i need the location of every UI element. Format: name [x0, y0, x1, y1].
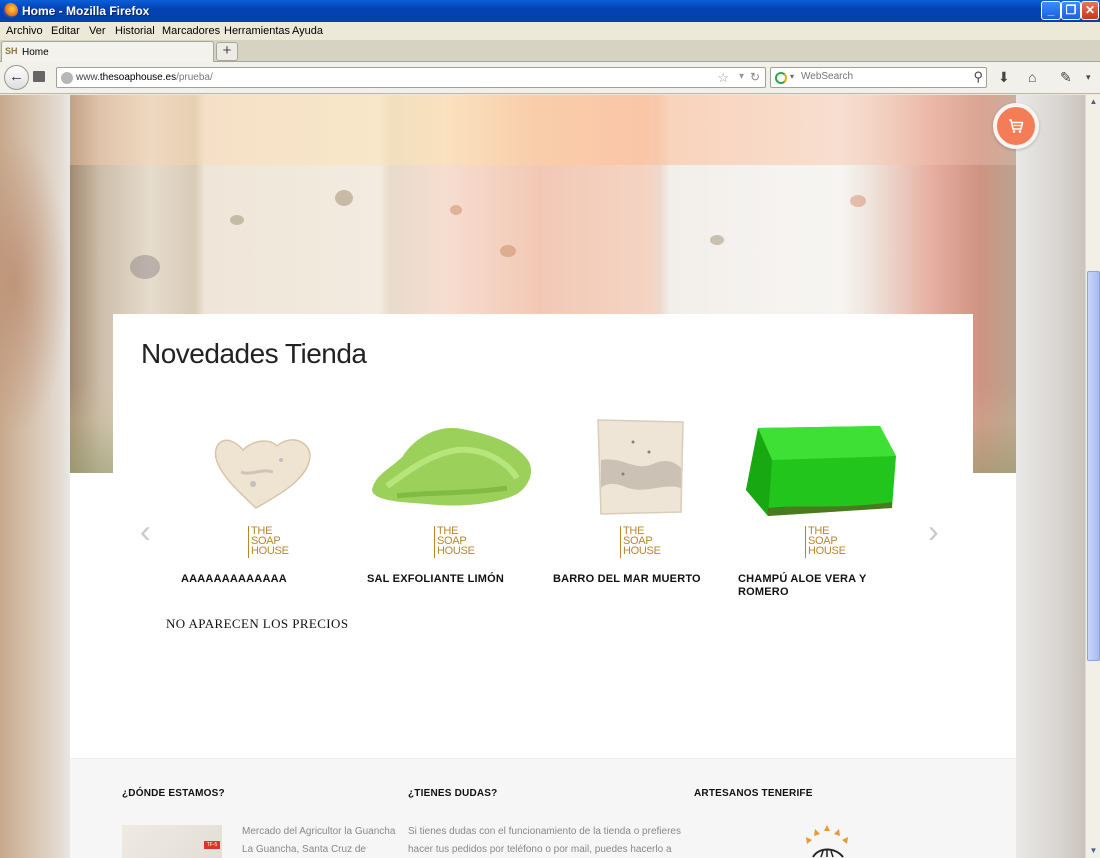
tab-home[interactable]: SH Home	[1, 41, 214, 62]
search-engine-icon[interactable]	[775, 72, 787, 84]
menu-editar[interactable]: Editar	[51, 25, 80, 37]
menu-ver[interactable]: Ver	[89, 25, 106, 37]
menu-ayuda[interactable]: Ayuda	[292, 25, 323, 37]
vertical-scrollbar[interactable]: ▲ ▼	[1085, 95, 1100, 858]
brand-logo-the-soap-house: THE SOAP HOUSE	[434, 526, 494, 558]
history-dropdown-icon[interactable]: ▾	[739, 71, 744, 82]
product-image-white-soap-bar[interactable]	[553, 412, 723, 522]
menu-herramientas[interactable]: Herramientas	[224, 25, 290, 37]
site-favicon-icon: SH	[5, 46, 18, 56]
menu-bar: Archivo Editar Ver Historial Marcadores …	[0, 22, 1100, 40]
site-identity-icon[interactable]	[61, 72, 73, 84]
reload-icon[interactable]: ↻	[750, 70, 760, 84]
product-name[interactable]: CHAMPÚ ALOE VERA Y ROMERO	[738, 573, 908, 599]
footer: ¿DÓNDE ESTAMOS? TF-5 Mercado del Agricul…	[70, 758, 1016, 858]
product-image-heart-soap[interactable]	[181, 412, 351, 522]
footer-location-text: Mercado del Agricultor la Guancha La Gua…	[242, 826, 396, 855]
search-input[interactable]	[801, 71, 961, 82]
map-thumbnail[interactable]: TF-5	[122, 825, 222, 858]
bookmarks-icon[interactable]	[33, 71, 45, 82]
scrollbar-thumb[interactable]	[1087, 271, 1100, 661]
search-engine-dropdown-icon[interactable]: ▾	[790, 72, 794, 81]
addon-icon[interactable]: ✎	[1060, 69, 1072, 86]
product-image-green-salt[interactable]	[367, 412, 537, 522]
product-name[interactable]: BARRO DEL MAR MUERTO	[553, 573, 723, 586]
minimize-button[interactable]: _	[1041, 1, 1061, 20]
search-bar[interactable]: ▾ ⚲	[770, 67, 987, 88]
products-section: Novedades Tienda ‹ › THE SOAP HOUSE AAAAAA…	[113, 314, 973, 758]
url-text[interactable]: www.thesoaphouse.es/prueba/	[76, 72, 213, 83]
firefox-logo-icon	[3, 3, 18, 18]
footer-location-title: ¿DÓNDE ESTAMOS?	[122, 788, 225, 799]
background-decoration	[0, 135, 70, 435]
product-name[interactable]: SAL EXFOLIANTE LIMÓN	[367, 573, 537, 586]
menu-archivo[interactable]: Archivo	[6, 25, 43, 37]
bookmark-star-icon[interactable]: ☆	[717, 70, 729, 86]
product-image-green-glycerin-soap[interactable]	[738, 412, 908, 522]
background-decoration-right	[1016, 95, 1085, 858]
window-title: Home - Mozilla Firefox	[22, 4, 150, 18]
download-arrow-icon[interactable]: ⬇	[998, 69, 1010, 86]
section-title: Novedades Tienda	[141, 338, 367, 369]
close-button[interactable]: ✕	[1081, 1, 1099, 20]
magnifier-icon[interactable]: ⚲	[973, 69, 983, 85]
footer-questions-title: ¿TIENES DUDAS?	[408, 788, 498, 799]
new-tab-button[interactable]: +	[216, 42, 238, 61]
scroll-down-arrow-icon[interactable]: ▼	[1087, 844, 1100, 858]
page-viewport: Novedades Tienda ‹ › THE SOAP HOUSE AAAAAA…	[0, 95, 1085, 858]
scroll-up-arrow-icon[interactable]: ▲	[1087, 95, 1100, 109]
restore-button[interactable]: ❐	[1061, 1, 1081, 20]
footer-artisans-title: ARTESANOS TENERIFE	[694, 788, 813, 799]
cart-button[interactable]	[993, 103, 1039, 149]
navigation-bar: ← www.thesoaphouse.es/prueba/ ☆ ▾ ↻ ▾ ⚲ …	[0, 62, 1100, 94]
home-icon[interactable]: ⌂	[1028, 69, 1036, 85]
map-road-sign: TF-5	[204, 841, 220, 849]
carousel-next-button[interactable]: ›	[928, 513, 939, 550]
back-button[interactable]: ←	[4, 65, 29, 90]
tab-label: Home	[22, 47, 49, 58]
brand-logo-the-soap-house: THE SOAP HOUSE	[248, 526, 308, 558]
carousel-prev-button[interactable]: ‹	[140, 513, 151, 550]
tab-strip: SH Home +	[0, 40, 1100, 62]
prices-note: NO APARECEN LOS PRECIOS	[166, 616, 349, 631]
shopping-cart-icon	[1009, 119, 1024, 133]
window-titlebar: Home - Mozilla Firefox _ ❐ ✕	[0, 0, 1100, 22]
toolbar-menu-dropdown-icon[interactable]: ▾	[1086, 72, 1091, 83]
brand-logo-the-soap-house: THE SOAP HOUSE	[620, 526, 680, 558]
menu-historial[interactable]: Historial	[115, 25, 155, 37]
url-bar[interactable]: www.thesoaphouse.es/prueba/ ☆ ▾ ↻	[56, 67, 766, 88]
product-name[interactable]: AAAAAAAAAAAAA	[181, 573, 351, 586]
footer-questions-text: Si tienes dudas con el funcionamiento de…	[408, 826, 681, 855]
brand-logo-the-soap-house: THE SOAP HOUSE	[805, 526, 865, 558]
menu-marcadores[interactable]: Marcadores	[162, 25, 220, 37]
artesanos-tenerife-logo[interactable]	[795, 823, 863, 858]
